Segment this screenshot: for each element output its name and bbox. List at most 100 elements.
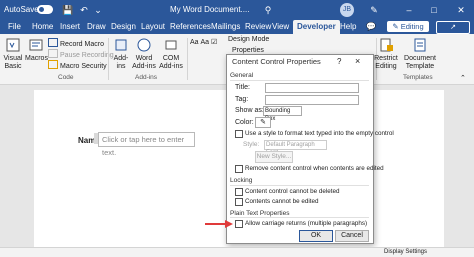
design-mode-button[interactable]: Design Mode bbox=[228, 36, 269, 43]
cannot-delete-checkbox[interactable] bbox=[235, 188, 243, 196]
add-ins-label: Add-ins bbox=[113, 55, 129, 70]
undo-icon[interactable]: ↶ bbox=[78, 4, 90, 16]
content-control-field[interactable]: Click or tap here to enter text. bbox=[98, 132, 195, 157]
autosave-label: AutoSave bbox=[4, 5, 39, 14]
tab-mailings[interactable]: Mailings bbox=[211, 20, 240, 34]
macro-security-label: Macro Security bbox=[60, 63, 107, 70]
controls-aa-icon[interactable]: Aa Aa ☑ bbox=[190, 38, 217, 46]
tab-design[interactable]: Design bbox=[111, 20, 136, 34]
pen-icon[interactable]: ✎ bbox=[368, 4, 380, 16]
autosave-toggle[interactable] bbox=[37, 5, 53, 14]
cancel-button[interactable]: Cancel bbox=[335, 230, 369, 242]
tab-help[interactable]: Help bbox=[340, 20, 356, 34]
com-add-ins-button[interactable]: COM Add-ins bbox=[157, 37, 185, 71]
section-divider bbox=[230, 217, 369, 218]
comments-icon[interactable]: 💬 bbox=[366, 20, 376, 34]
group-separator bbox=[187, 38, 188, 80]
document-template-button[interactable]: Document Template bbox=[402, 37, 438, 71]
tab-file[interactable]: File bbox=[8, 20, 21, 34]
color-picker-button[interactable]: ✎ bbox=[255, 117, 271, 128]
allow-returns-label: Allow carriage returns (multiple paragra… bbox=[245, 220, 368, 227]
record-macro-label: Record Macro bbox=[60, 41, 104, 48]
use-style-checkbox[interactable] bbox=[235, 130, 243, 138]
title-input[interactable] bbox=[265, 83, 359, 93]
editing-mode-button[interactable]: ✎ Editing bbox=[387, 21, 429, 32]
macros-button[interactable]: Macros bbox=[25, 37, 48, 63]
tab-draw[interactable]: Draw bbox=[87, 20, 106, 34]
use-style-label: Use a style to format text typed into th… bbox=[245, 130, 394, 137]
restrict-editing-button[interactable]: Restrict Editing bbox=[372, 37, 400, 71]
tag-input[interactable] bbox=[265, 95, 359, 105]
warning-icon bbox=[48, 60, 58, 69]
design-mode-label: Design Mode bbox=[228, 36, 270, 43]
share-button[interactable]: ↗ bbox=[436, 21, 470, 34]
show-as-select[interactable]: Bounding Box bbox=[263, 106, 302, 122]
chevron-down-icon[interactable]: ⌄ bbox=[92, 4, 104, 16]
content-control-properties-dialog: Content Control Properties ? × General T… bbox=[226, 54, 394, 244]
tab-view[interactable]: View bbox=[272, 20, 289, 34]
tag-label: Tag: bbox=[235, 96, 249, 103]
cannot-edit-label: Contents cannot be edited bbox=[245, 198, 319, 205]
maximize-button[interactable]: □ bbox=[425, 2, 443, 18]
show-as-label: Show as: bbox=[235, 107, 264, 114]
templates-group-label: Templates bbox=[403, 74, 433, 81]
com-add-ins-label: COM Add-ins bbox=[159, 55, 183, 70]
avatar[interactable]: JB bbox=[340, 3, 354, 17]
add-ins-button[interactable]: Add-ins bbox=[110, 37, 132, 71]
remove-control-label: Remove content control when contents are… bbox=[245, 165, 384, 172]
ribbon-tabs: File Home Insert Draw Design Layout Refe… bbox=[0, 20, 474, 34]
lock-doc-icon bbox=[378, 37, 394, 53]
tab-review[interactable]: Review bbox=[245, 20, 271, 34]
restrict-editing-label: Restrict Editing bbox=[374, 55, 398, 70]
visual-basic-label: Visual Basic bbox=[3, 55, 23, 70]
com-add-ins-icon bbox=[163, 37, 179, 53]
minimize-button[interactable]: – bbox=[400, 2, 418, 18]
code-group-label: Code bbox=[58, 74, 74, 81]
macro-security-button[interactable]: Macro Security bbox=[48, 60, 107, 70]
add-ins-group-label: Add-ins bbox=[135, 74, 158, 81]
collapse-ribbon-icon[interactable]: ⌃ bbox=[460, 74, 466, 82]
title-label: Title: bbox=[235, 84, 250, 91]
macros-icon bbox=[28, 37, 44, 53]
save-icon[interactable]: 💾 bbox=[62, 4, 74, 16]
ok-button[interactable]: OK bbox=[299, 230, 333, 242]
tab-developer[interactable]: Developer bbox=[293, 20, 340, 34]
tab-references[interactable]: References bbox=[170, 20, 211, 34]
locking-section-label: Locking bbox=[230, 177, 253, 184]
close-dialog-button[interactable]: × bbox=[355, 56, 360, 66]
remove-control-checkbox[interactable] bbox=[235, 165, 243, 173]
section-divider bbox=[230, 80, 369, 81]
pause-icon bbox=[48, 49, 58, 58]
template-icon bbox=[412, 37, 428, 53]
new-style-button[interactable]: New Style... bbox=[255, 151, 293, 163]
record-icon bbox=[48, 38, 58, 47]
document-title: My Word Document.... bbox=[170, 5, 250, 14]
red-arrow-icon bbox=[205, 220, 233, 228]
cannot-delete-label: Content control cannot be deleted bbox=[245, 188, 340, 195]
search-icon[interactable]: ⚲ bbox=[262, 4, 274, 16]
color-label: Color: bbox=[235, 119, 254, 126]
cannot-edit-checkbox[interactable] bbox=[235, 198, 243, 206]
style-select[interactable]: Default Paragraph Font bbox=[264, 140, 327, 156]
section-divider bbox=[230, 185, 369, 186]
properties-label: Properties bbox=[232, 47, 264, 54]
dialog-title: Content Control Properties bbox=[232, 57, 321, 66]
word-add-ins-button[interactable]: Word Add-ins bbox=[132, 37, 156, 71]
close-window-button[interactable]: ✕ bbox=[452, 2, 470, 18]
tab-layout[interactable]: Layout bbox=[141, 20, 165, 34]
title-bar: AutoSave On 💾 ↶ ⌄ My Word Document.... ⚲… bbox=[0, 0, 474, 20]
macros-label: Macros bbox=[25, 55, 48, 62]
add-ins-icon bbox=[113, 37, 129, 53]
paint-bucket-icon: ✎ bbox=[260, 119, 266, 126]
document-template-label: Document Template bbox=[404, 55, 436, 70]
record-macro-button[interactable]: Record Macro bbox=[48, 38, 104, 48]
properties-button[interactable]: Properties bbox=[232, 47, 264, 54]
tab-insert[interactable]: Insert bbox=[60, 20, 80, 34]
tab-home[interactable]: Home bbox=[32, 20, 53, 34]
allow-returns-checkbox[interactable] bbox=[235, 220, 243, 228]
word-add-ins-label: Word Add-ins bbox=[132, 55, 156, 70]
pause-recording-button[interactable]: Pause Recording bbox=[48, 49, 114, 59]
visual-basic-button[interactable]: Visual Basic bbox=[2, 37, 24, 71]
editing-label: Editing bbox=[400, 22, 424, 31]
help-button[interactable]: ? bbox=[337, 57, 341, 66]
